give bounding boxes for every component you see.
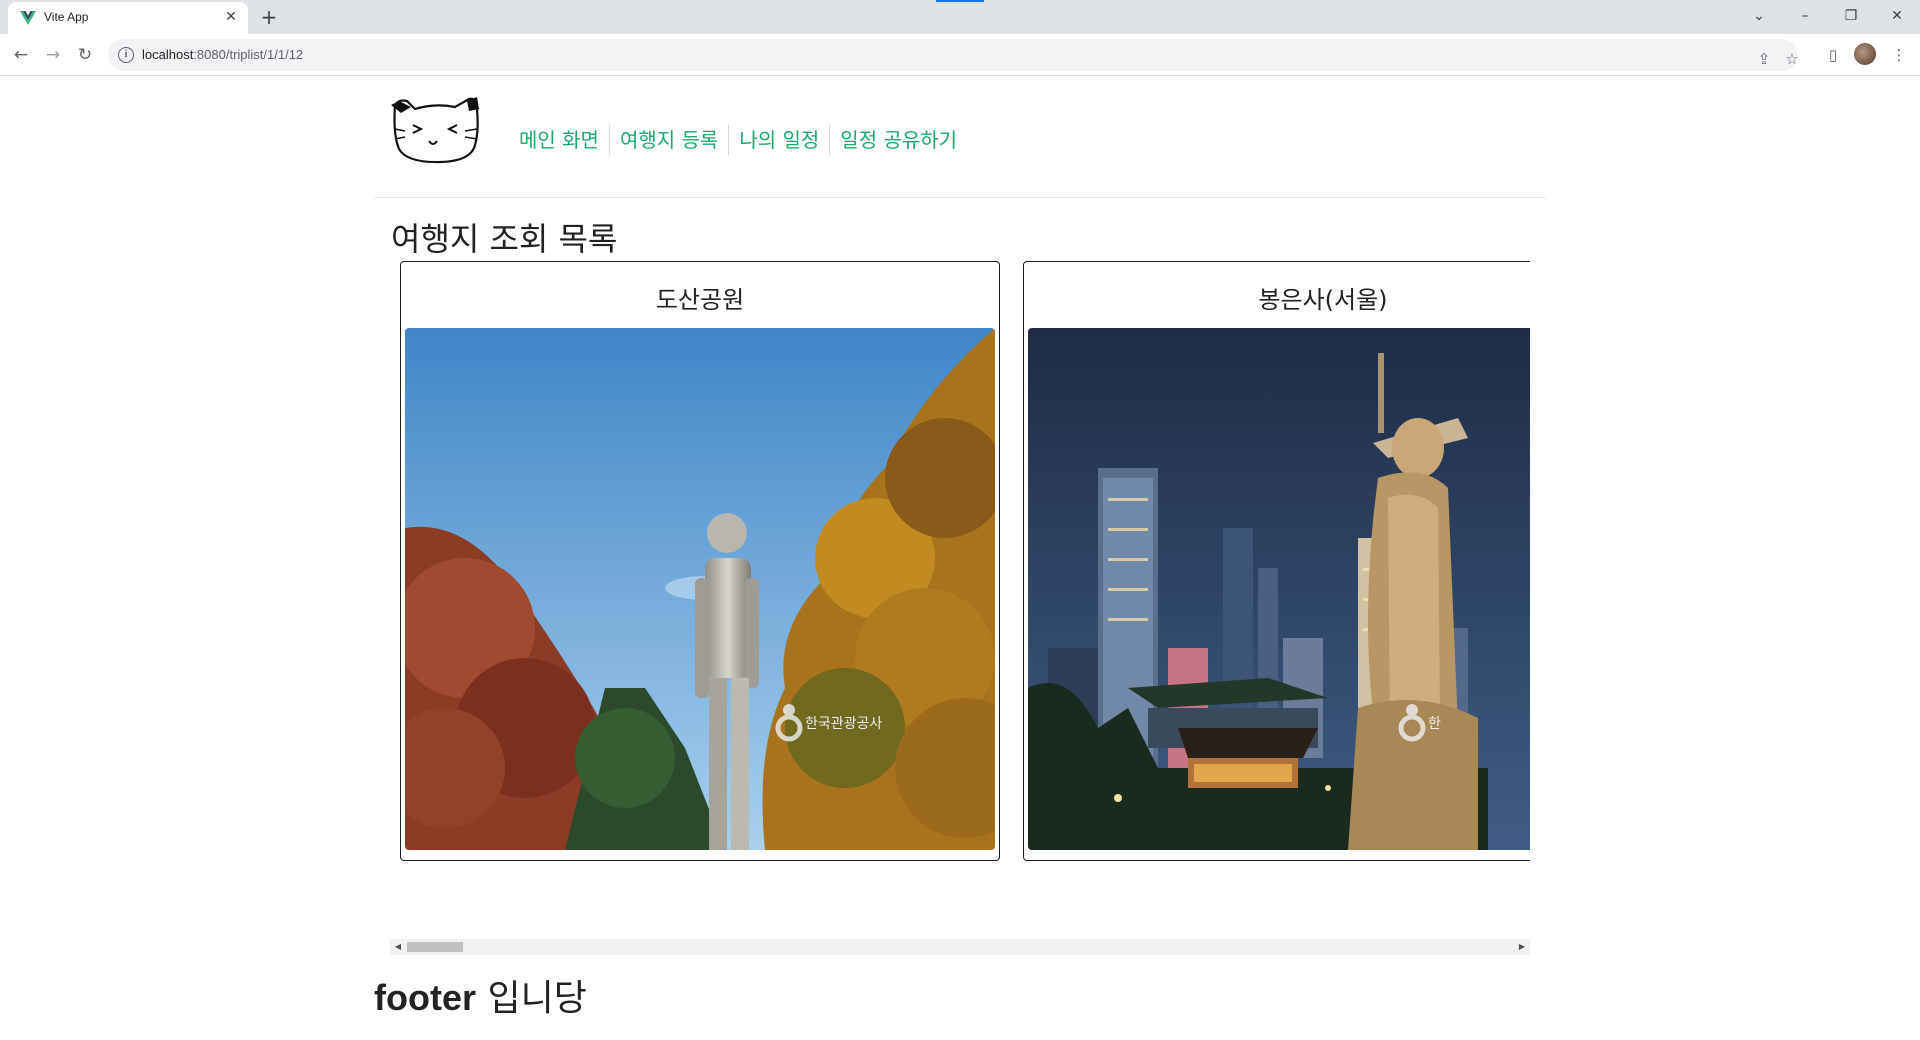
page: 메인 화면 여행지 등록 나의 일정 일정 공유하기 여행지 조회 목록 도산공… xyxy=(0,77,1920,1040)
back-icon[interactable]: ← xyxy=(8,42,34,68)
browser-tab-strip: Vite App ✕ + ⌄ – ❐ ✕ xyxy=(0,0,1920,34)
footer-text: 입니당 xyxy=(487,978,587,1019)
footer: footer 입니당 xyxy=(374,969,587,1021)
main-nav: 메인 화면 여행지 등록 나의 일정 일정 공유하기 xyxy=(509,125,967,155)
nav-my-schedule[interactable]: 나의 일정 xyxy=(728,125,829,155)
menu-kebab-icon[interactable]: ⋮ xyxy=(1886,42,1912,68)
tab-title: Vite App xyxy=(44,10,89,24)
minimize-icon[interactable]: – xyxy=(1788,4,1822,28)
site-header: 메인 화면 여행지 등록 나의 일정 일정 공유하기 xyxy=(374,77,1546,198)
browser-tab[interactable]: Vite App ✕ xyxy=(8,2,248,34)
place-card[interactable]: 봉은사(서울) 한 xyxy=(1023,261,1530,861)
place-card-scroller[interactable]: 도산공원 한국관광공사 봉은사(서울) 한 xyxy=(390,261,1530,955)
window-close-icon[interactable]: ✕ xyxy=(1880,4,1914,28)
tab-search-icon[interactable]: ⌄ xyxy=(1742,4,1776,28)
site-info-icon[interactable]: i xyxy=(118,47,134,63)
page-title: 여행지 조회 목록 xyxy=(391,220,618,258)
place-card-title: 도산공원 xyxy=(655,286,745,314)
horizontal-scrollbar[interactable]: ◀ ▶ xyxy=(390,939,1530,955)
nav-share-schedule[interactable]: 일정 공유하기 xyxy=(829,125,967,155)
nav-register-place[interactable]: 여행지 등록 xyxy=(608,125,728,155)
scrollbar-thumb[interactable] xyxy=(407,942,463,952)
cat-logo-icon[interactable] xyxy=(389,95,483,165)
watermark-text: 한 xyxy=(1428,716,1441,732)
profile-avatar[interactable] xyxy=(1854,43,1876,65)
tab-strip-accent xyxy=(936,0,984,2)
side-panel-icon[interactable]: ▯ xyxy=(1820,42,1846,68)
place-card[interactable]: 도산공원 한국관광공사 xyxy=(400,261,1000,861)
scroll-right-icon[interactable]: ▶ xyxy=(1514,939,1530,955)
address-bar[interactable]: i localhost:8080/triplist/1/1/12 ⇪ ☆ xyxy=(108,39,1799,71)
restore-icon[interactable]: ❐ xyxy=(1834,4,1868,28)
forward-icon[interactable]: → xyxy=(40,42,66,68)
place-card-title: 봉은사(서울) xyxy=(1258,286,1388,314)
watermark-text: 한국관광공사 xyxy=(805,716,882,732)
footer-label: footer xyxy=(374,977,476,1018)
place-photo[interactable]: 한 xyxy=(1028,328,1530,850)
bookmark-star-icon[interactable]: ☆ xyxy=(1780,47,1804,71)
scroll-left-icon[interactable]: ◀ xyxy=(390,939,406,955)
vite-logo-icon xyxy=(20,11,36,25)
nav-home[interactable]: 메인 화면 xyxy=(509,125,609,155)
close-tab-icon[interactable]: ✕ xyxy=(222,8,240,26)
place-photo[interactable]: 한국관광공사 xyxy=(405,328,995,850)
reload-icon[interactable]: ↻ xyxy=(72,42,98,68)
new-tab-icon[interactable]: + xyxy=(256,6,282,30)
browser-toolbar: ← → ↻ i localhost:8080/triplist/1/1/12 ⇪… xyxy=(0,34,1920,76)
url-text[interactable]: localhost:8080/triplist/1/1/12 xyxy=(142,47,303,62)
share-icon[interactable]: ⇪ xyxy=(1752,47,1776,71)
